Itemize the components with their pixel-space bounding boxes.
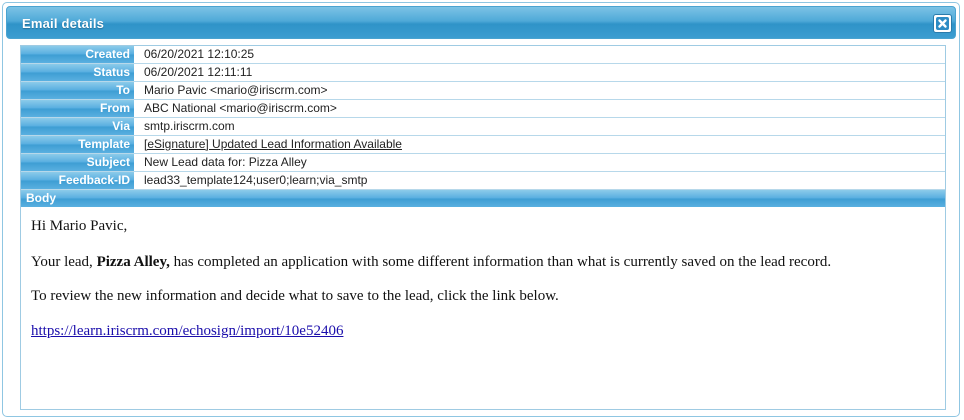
- field-value: ABC National <mario@iriscrm.com>: [144, 101, 337, 115]
- close-button[interactable]: [933, 14, 952, 33]
- field-label: Via: [21, 118, 134, 135]
- paragraph-text: Your lead,: [31, 254, 97, 270]
- field-row-created: Created 06/20/2021 12:10:25: [21, 46, 945, 64]
- field-value: smtp.iriscrm.com: [144, 119, 235, 133]
- paragraph-text: has completed an application with some d…: [169, 254, 832, 270]
- email-greeting: Hi Mario Pavic,: [31, 218, 128, 234]
- email-link-paragraph: https://learn.iriscrm.com/echosign/impor…: [31, 323, 343, 340]
- field-row-status: Status 06/20/2021 12:11:11: [21, 64, 945, 82]
- field-value: 06/20/2021 12:11:11: [144, 65, 253, 79]
- template-link[interactable]: [eSignature] Updated Lead Information Av…: [144, 136, 402, 153]
- field-row-from: From ABC National <mario@iriscrm.com>: [21, 100, 945, 118]
- field-value: Mario Pavic <mario@iriscrm.com>: [144, 83, 328, 97]
- field-label: Subject: [21, 154, 134, 171]
- field-row-template: Template [eSignature] Updated Lead Infor…: [21, 136, 945, 154]
- field-label: Feedback-ID: [21, 172, 134, 189]
- dialog-titlebar[interactable]: Email details: [6, 6, 956, 39]
- body-section-header: Body: [21, 190, 945, 207]
- field-label: Status: [21, 64, 134, 81]
- field-label: Template: [21, 136, 134, 153]
- field-row-to: To Mario Pavic <mario@iriscrm.com>: [21, 82, 945, 100]
- field-row-via: Via smtp.iriscrm.com: [21, 118, 945, 136]
- close-x-icon: [936, 17, 949, 30]
- email-paragraph-2: To review the new information and decide…: [31, 288, 559, 304]
- field-label: To: [21, 82, 134, 99]
- email-details-dialog: Email details Created 06/20/2021 12:10:2…: [2, 2, 960, 417]
- import-link[interactable]: https://learn.iriscrm.com/echosign/impor…: [31, 323, 343, 339]
- field-label: From: [21, 100, 134, 117]
- field-row-subject: Subject New Lead data for: Pizza Alley: [21, 154, 945, 172]
- email-paragraph-1: Your lead, Pizza Alley, has completed an…: [31, 254, 831, 271]
- field-row-feedback-id: Feedback-ID lead33_template124;user0;lea…: [21, 172, 945, 190]
- lead-name: Pizza Alley,: [96, 254, 170, 270]
- body-label: Body: [26, 191, 56, 205]
- field-label: Created: [21, 46, 134, 63]
- details-panel: Created 06/20/2021 12:10:25 Status 06/20…: [20, 45, 946, 410]
- field-value: New Lead data for: Pizza Alley: [144, 155, 307, 169]
- field-value: lead33_template124;user0;learn;via_smtp: [144, 173, 368, 187]
- dialog-title: Email details: [22, 16, 105, 31]
- field-value: 06/20/2021 12:10:25: [144, 47, 255, 61]
